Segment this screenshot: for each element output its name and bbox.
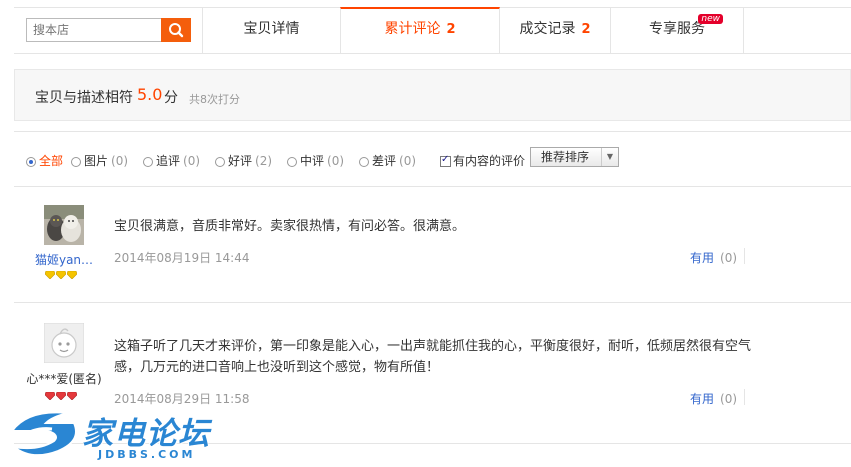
useful-label: 有用 xyxy=(690,251,715,265)
review-item: 猫姬yan… 宝贝很满意，音质非常好。卖家很热情，有问必答。很满意。 2014年… xyxy=(14,185,851,288)
user-name[interactable]: 猫姬yan… xyxy=(14,251,114,268)
tab-label: 宝贝详情 xyxy=(243,21,300,37)
filter-followup[interactable]: 追评 (0) xyxy=(143,152,201,168)
search-input[interactable] xyxy=(26,18,162,42)
forum-watermark: 家电论坛 JDBBS.COM xyxy=(8,405,218,463)
radio-icon xyxy=(359,157,369,167)
useful-button[interactable]: 有用 (0) xyxy=(690,249,737,266)
useful-label: 有用 xyxy=(690,392,715,406)
diamond-icon xyxy=(67,271,77,279)
diamond-icon xyxy=(67,392,77,400)
filter-all[interactable]: 全部 xyxy=(26,152,64,168)
filter-negative[interactable]: 差评 (0) xyxy=(359,152,417,168)
diamond-icon xyxy=(56,271,66,279)
rating-unit: 分 xyxy=(164,90,178,106)
radio-icon xyxy=(143,157,153,167)
tab-label: 成交记录 xyxy=(519,21,576,37)
search-icon xyxy=(169,23,184,38)
rating-count-note: 共8次打分 xyxy=(189,93,240,106)
user-level-badges xyxy=(45,389,78,403)
useful-button[interactable]: 有用 (0) xyxy=(690,390,737,407)
checkbox-icon xyxy=(440,154,451,167)
shop-search xyxy=(26,18,191,42)
new-badge: new xyxy=(698,14,723,24)
tab-item-details[interactable]: 宝贝详情 xyxy=(202,8,340,53)
tab-label: 累计评论 xyxy=(384,21,441,37)
user-name: 心***爱(匿名) xyxy=(26,372,102,386)
divider xyxy=(744,389,745,405)
tab-bar: 宝贝详情 累计评论 2 成交记录 2 专享服务 new xyxy=(14,7,851,54)
filter-neutral[interactable]: 中评 (0) xyxy=(287,152,345,168)
filter-count: (0) xyxy=(183,154,201,168)
filter-count: (2) xyxy=(255,154,273,168)
rating-value: 5.0 xyxy=(137,85,163,104)
diamond-icon xyxy=(45,392,55,400)
review-filters: 全部 图片(0) 追评(0) 好评(2) 中评(0) 差评(0) 有内容的评价 … xyxy=(14,131,851,187)
radio-icon xyxy=(71,157,81,167)
rating-label: 宝贝与描述相符 xyxy=(35,90,133,106)
rating-summary: 宝贝与描述相符 5.0 分 共8次打分 xyxy=(14,69,851,121)
diamond-icon xyxy=(45,271,55,279)
default-avatar-icon xyxy=(44,323,84,363)
sort-value: 推荐排序 xyxy=(541,150,590,164)
review-text: 这箱子听了几天才来评价，第一印象是能入心，一出声就能抓住我的心，平衡度很好，耐听… xyxy=(114,339,752,375)
filter-label: 中评 xyxy=(300,154,325,168)
user-avatar xyxy=(44,205,84,245)
forum-logo-icon xyxy=(10,411,77,457)
tab-reviews[interactable]: 累计评论 2 xyxy=(340,7,500,53)
filter-positive[interactable]: 好评 (2) xyxy=(215,152,273,168)
chevron-down-icon: ▼ xyxy=(601,148,618,166)
filter-count: (0) xyxy=(327,154,345,168)
radio-icon xyxy=(26,157,36,167)
filter-count: (0) xyxy=(111,154,129,168)
useful-count: (0) xyxy=(720,251,738,265)
radio-icon xyxy=(287,157,297,167)
filter-label: 差评 xyxy=(372,154,397,168)
filter-count: (0) xyxy=(399,154,417,168)
diamond-icon xyxy=(56,392,66,400)
useful-count: (0) xyxy=(720,392,738,406)
user-level-badges xyxy=(45,268,78,282)
tab-transactions[interactable]: 成交记录 2 xyxy=(500,8,610,53)
tab-services[interactable]: 专享服务 new xyxy=(610,8,744,53)
review-text: 宝贝很满意，音质非常好。卖家很热情，有问必答。很满意。 xyxy=(114,219,466,234)
watermark-domain: JDBBS.COM xyxy=(98,448,196,461)
watermark-title: 家电论坛 xyxy=(82,416,210,452)
tab-count: 2 xyxy=(581,22,591,37)
sort-select[interactable]: 推荐排序 ▼ xyxy=(530,147,619,167)
tab-label: 专享服务 xyxy=(649,21,705,37)
content-only-checkbox[interactable]: 有内容的评价 xyxy=(440,152,526,168)
filter-label: 全部 xyxy=(39,154,64,168)
filter-label: 追评 xyxy=(156,154,181,168)
filter-label: 图片 xyxy=(84,154,109,168)
search-button[interactable] xyxy=(161,18,191,42)
filter-label: 好评 xyxy=(228,154,253,168)
checkbox-label: 有内容的评价 xyxy=(453,154,526,168)
tab-count: 2 xyxy=(446,22,456,37)
radio-icon xyxy=(215,157,225,167)
filter-images[interactable]: 图片 (0) xyxy=(71,152,129,168)
review-date: 2014年08月19日 14:44 xyxy=(114,251,250,265)
divider xyxy=(744,248,745,264)
